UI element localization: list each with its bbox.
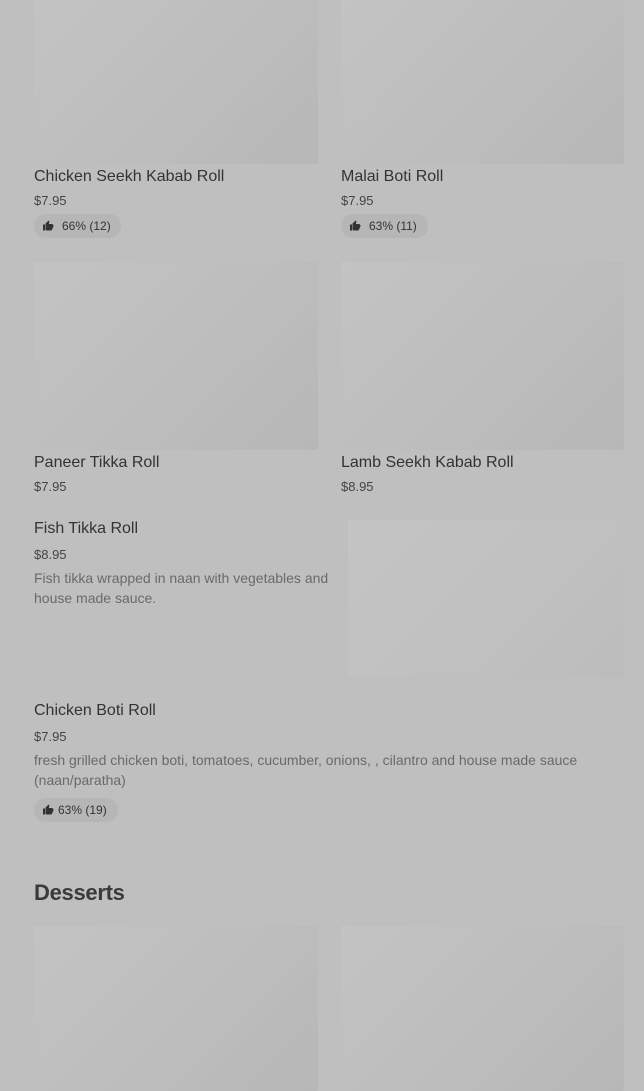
thumbs-up-icon (350, 220, 361, 231)
menu-item-name[interactable]: Chicken Seekh Kabab Roll (34, 168, 224, 186)
rating-text: 63% (11) (369, 219, 417, 233)
menu-item-description: Fish tikka wrapped in naan with vegetabl… (34, 570, 329, 606)
rating-text: 63% (19) (58, 803, 107, 817)
menu-item-price: $8.95 (341, 479, 374, 494)
menu-item-image[interactable] (341, 262, 624, 450)
menu-item-image[interactable] (34, 926, 318, 1091)
rating-text: 66% (12) (62, 219, 111, 233)
menu-item-price: $7.95 (34, 729, 67, 744)
menu-item-description: fresh grilled chicken boti, tomatoes, cu… (34, 752, 578, 788)
menu-item-price: $7.95 (34, 193, 67, 208)
rating-badge: 66% (12) (34, 214, 121, 238)
menu-item-name[interactable]: Malai Boti Roll (341, 168, 443, 186)
menu-item-name[interactable]: Chicken Boti Roll (34, 702, 156, 720)
menu-item-name[interactable]: Lamb Seekh Kabab Roll (341, 454, 514, 472)
menu-item-image[interactable] (341, 926, 624, 1091)
rating-badge: 63% (11) (341, 214, 428, 238)
menu-item-image[interactable] (34, 0, 318, 164)
menu-item-price: $7.95 (341, 193, 374, 208)
menu-item-price: $7.95 (34, 479, 67, 494)
rating-badge: 63% (19) (34, 798, 118, 822)
thumbs-up-icon (43, 220, 54, 231)
thumbs-up-icon (43, 804, 54, 815)
section-title-desserts: Desserts (34, 880, 125, 905)
menu-item-name[interactable]: Paneer Tikka Roll (34, 454, 159, 472)
menu-item-image[interactable] (348, 520, 624, 677)
menu-item-name[interactable]: Fish Tikka Roll (34, 520, 138, 538)
menu-item-price: $8.95 (34, 547, 67, 562)
menu-item-image[interactable] (341, 0, 624, 164)
menu-item-image[interactable] (34, 262, 318, 450)
